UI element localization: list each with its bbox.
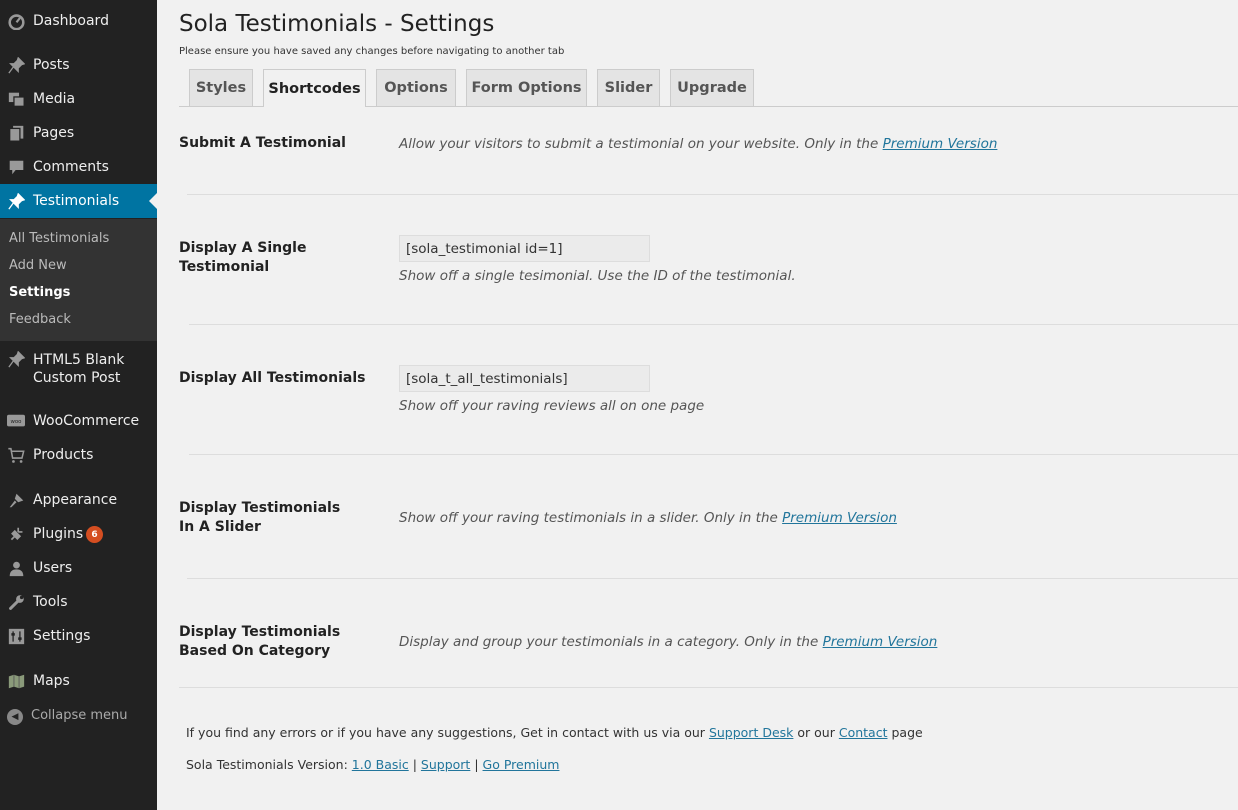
menu-comments[interactable]: Comments	[0, 150, 157, 184]
collapse-arrow-icon: ◀	[7, 709, 23, 725]
all-testimonials-description: Show off your raving reviews all on one …	[399, 398, 705, 414]
single-testimonial-description: Show off a single tesimonial. Use the ID…	[399, 268, 796, 284]
menu-label: Users	[33, 560, 73, 576]
admin-sidebar: Dashboard Posts Media Pages Comments Tes…	[0, 0, 157, 810]
pin-icon	[6, 55, 26, 75]
menu-label: Testimonials	[33, 193, 120, 209]
row-divider	[189, 324, 1238, 325]
collapse-menu-button[interactable]: ◀ Collapse menu	[0, 705, 157, 729]
menu-label: HTML5 Blank Custom Post	[33, 352, 125, 386]
single-testimonial-shortcode-field[interactable]	[399, 235, 650, 262]
slider-testimonials-description: Show off your raving testimonials in a s…	[399, 510, 897, 526]
menu-dashboard[interactable]: Dashboard	[0, 4, 157, 38]
row-divider	[187, 194, 1238, 195]
wrench-icon	[6, 592, 26, 612]
menu-appearance[interactable]: Appearance	[0, 483, 157, 517]
premium-version-link[interactable]: Premium Version	[782, 510, 897, 526]
pin-icon	[6, 349, 26, 369]
comment-icon	[6, 157, 26, 177]
menu-users[interactable]: Users	[0, 551, 157, 585]
paintbrush-icon	[6, 490, 26, 510]
row-divider	[189, 454, 1238, 455]
menu-pages[interactable]: Pages	[0, 116, 157, 150]
pin-icon	[6, 191, 26, 211]
slider-testimonials-label: Display Testimonials In A Slider	[179, 500, 341, 535]
pages-icon	[6, 123, 26, 143]
menu-html5-blank[interactable]: HTML5 Blank Custom Post	[0, 347, 157, 391]
dashboard-icon	[6, 11, 26, 31]
menu-label: Comments	[33, 159, 109, 175]
plugin-icon	[6, 524, 26, 544]
row-divider	[187, 578, 1238, 579]
support-link[interactable]: Support	[421, 757, 470, 772]
submenu-add-new[interactable]: Add New	[9, 258, 67, 273]
submit-testimonial-label: Submit A Testimonial	[179, 135, 346, 151]
menu-label: Media	[33, 91, 76, 107]
page-title: Sola Testimonials - Settings	[179, 11, 495, 37]
menu-label: WooCommerce	[33, 413, 140, 429]
contact-link[interactable]: Contact	[839, 725, 888, 740]
menu-plugins[interactable]: Plugins 6	[0, 517, 157, 551]
plugins-update-count: 6	[86, 526, 103, 543]
category-testimonials-label: Display Testimonials Based On Category	[179, 624, 341, 659]
version-link[interactable]: 1.0 Basic	[352, 757, 409, 772]
premium-version-link[interactable]: Premium Version	[883, 136, 998, 152]
tab-upgrade[interactable]: Upgrade	[670, 69, 754, 106]
menu-label: Tools	[33, 594, 68, 610]
menu-label: Settings	[33, 628, 91, 644]
menu-posts[interactable]: Posts	[0, 48, 157, 82]
menu-woocommerce[interactable]: woo WooCommerce	[0, 404, 157, 438]
tab-styles[interactable]: Styles	[189, 69, 253, 106]
submit-testimonial-description: Allow your visitors to submit a testimon…	[399, 136, 998, 152]
menu-media[interactable]: Media	[0, 82, 157, 116]
version-line: Sola Testimonials Version: 1.0 Basic | S…	[186, 757, 560, 772]
tab-slider[interactable]: Slider	[597, 69, 660, 106]
all-testimonials-shortcode-field[interactable]	[399, 365, 650, 392]
testimonials-submenu: All Testimonials Add New Settings Feedba…	[0, 219, 157, 341]
svg-text:woo: woo	[11, 419, 22, 425]
go-premium-link[interactable]: Go Premium	[483, 757, 560, 772]
contact-note: If you find any errors or if you have an…	[186, 725, 923, 740]
submenu-settings[interactable]: Settings	[9, 285, 70, 300]
submenu-all-testimonials[interactable]: All Testimonials	[9, 231, 109, 246]
save-notice: Please ensure you have saved any changes…	[179, 46, 565, 57]
row-divider	[179, 687, 1238, 688]
menu-label: Maps	[33, 673, 70, 689]
menu-label: Dashboard	[33, 13, 109, 29]
menu-settings[interactable]: Settings	[0, 619, 157, 653]
support-desk-link[interactable]: Support Desk	[709, 725, 793, 740]
user-icon	[6, 558, 26, 578]
collapse-menu-label: Collapse menu	[31, 708, 128, 723]
media-icon	[6, 89, 26, 109]
menu-products[interactable]: Products	[0, 438, 157, 472]
menu-label: Pages	[33, 125, 75, 141]
cart-icon	[6, 445, 26, 465]
woocommerce-icon: woo	[6, 411, 26, 431]
menu-label: Products	[33, 447, 94, 463]
tab-form-options[interactable]: Form Options	[466, 69, 587, 106]
all-testimonials-label: Display All Testimonials	[179, 370, 366, 386]
tab-shortcodes[interactable]: Shortcodes	[263, 69, 366, 107]
menu-label: Appearance	[33, 492, 118, 508]
map-icon	[6, 671, 26, 691]
tab-options[interactable]: Options	[376, 69, 456, 106]
menu-maps[interactable]: Maps	[0, 664, 157, 698]
single-testimonial-label: Display A Single Testimonial	[179, 240, 307, 275]
submenu-feedback[interactable]: Feedback	[9, 312, 71, 327]
menu-label: Posts	[33, 57, 70, 73]
menu-tools[interactable]: Tools	[0, 585, 157, 619]
menu-testimonials[interactable]: Testimonials	[0, 184, 157, 218]
premium-version-link[interactable]: Premium Version	[823, 634, 938, 650]
category-testimonials-description: Display and group your testimonials in a…	[399, 634, 938, 650]
menu-label: Plugins	[33, 526, 84, 542]
settings-sliders-icon	[6, 626, 26, 646]
